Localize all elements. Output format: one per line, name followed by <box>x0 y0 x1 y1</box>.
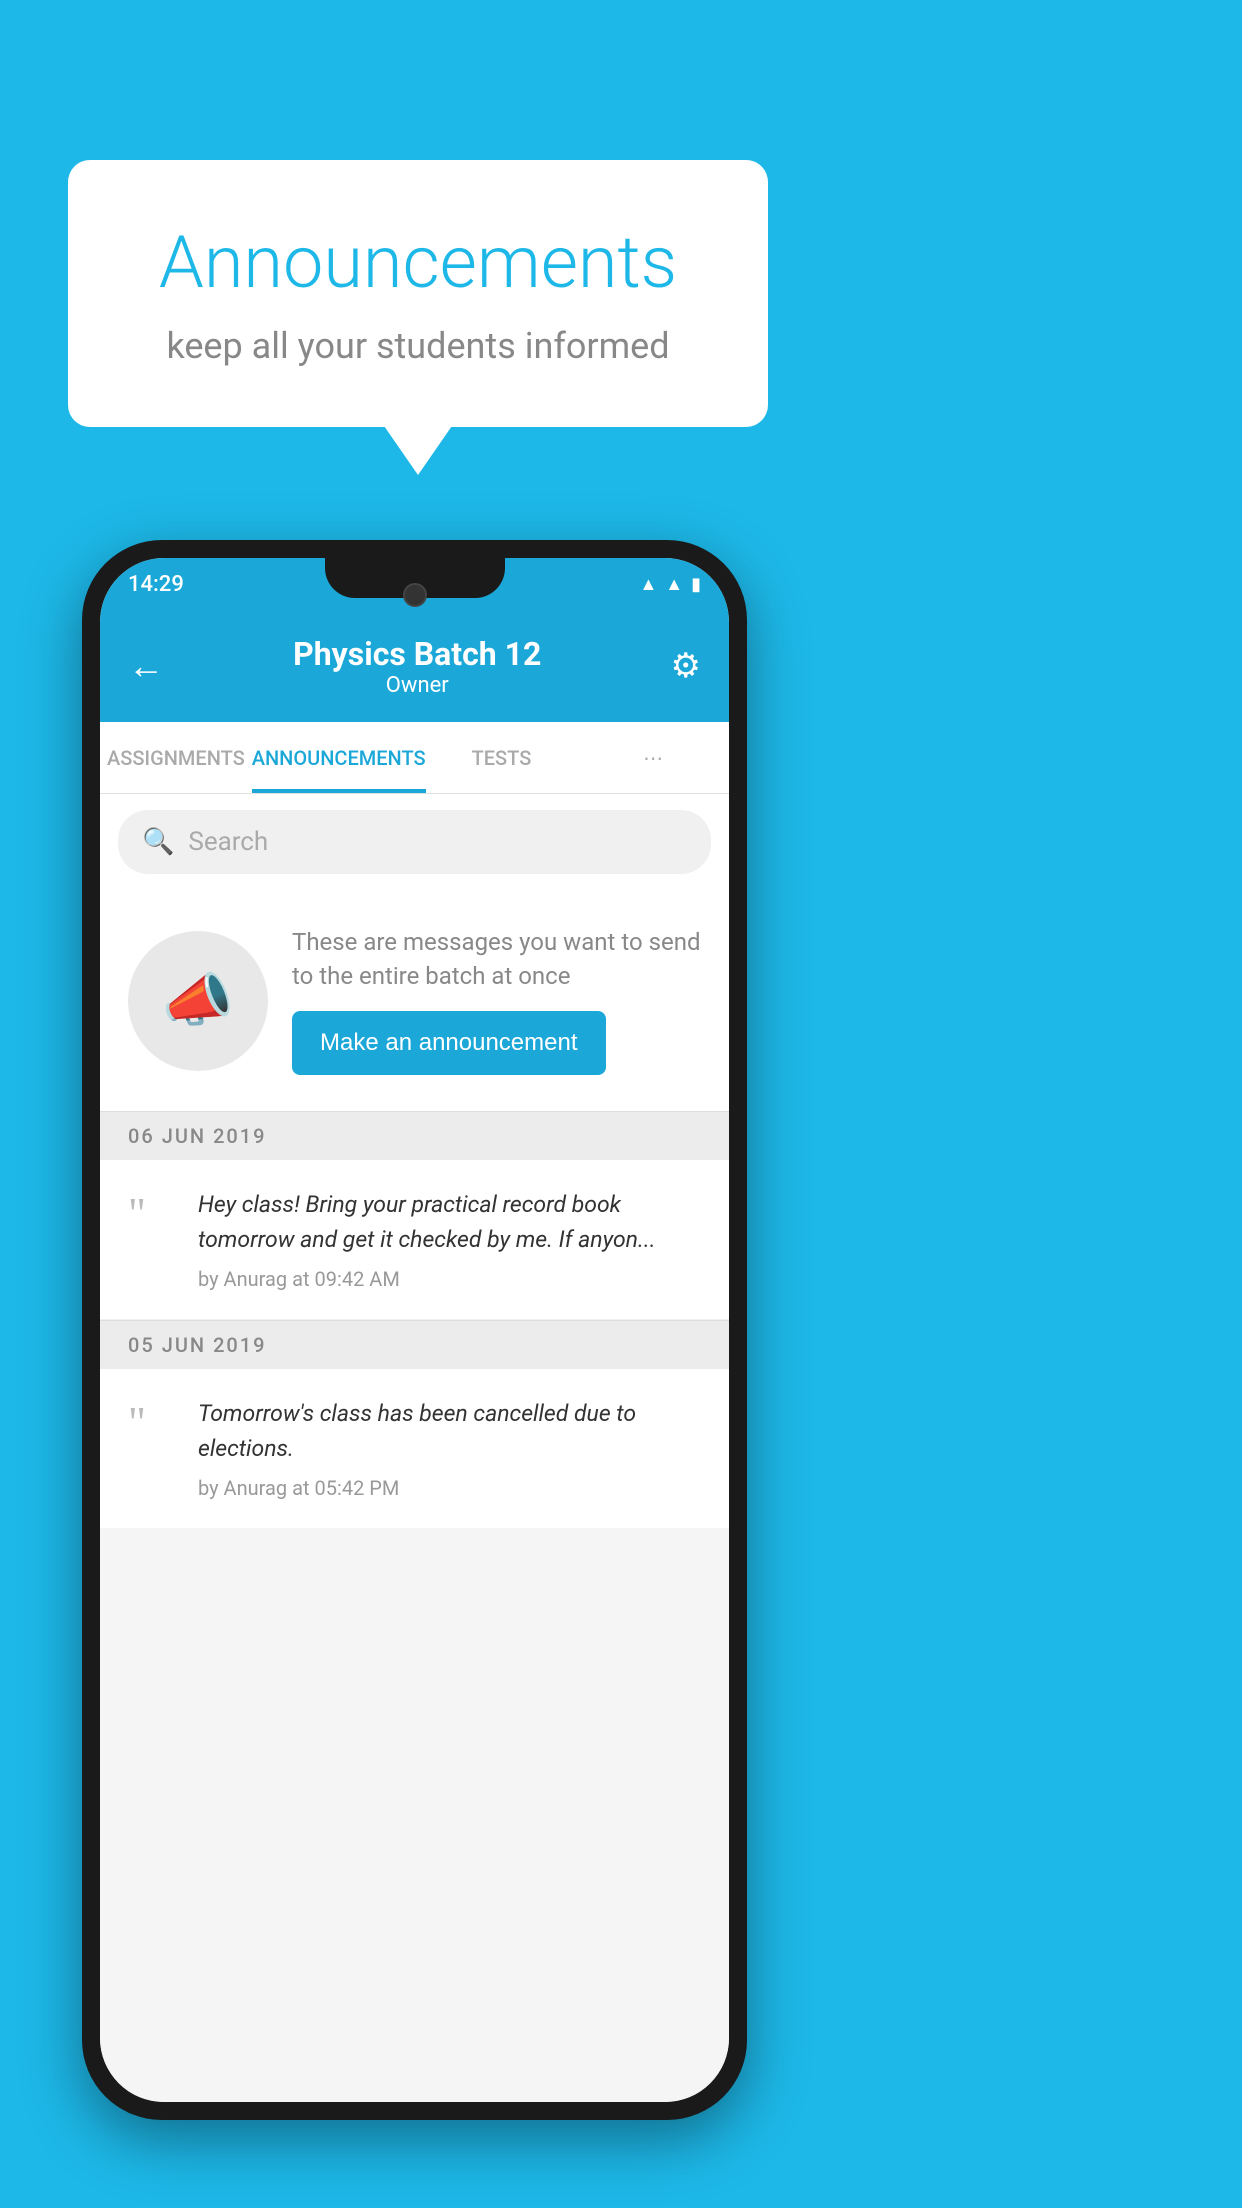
speech-bubble: Announcements keep all your students inf… <box>68 160 768 427</box>
announcement-item-1[interactable]: " Hey class! Bring your practical record… <box>100 1160 729 1320</box>
announcement-text-1: Hey class! Bring your practical record b… <box>198 1188 701 1257</box>
announcement-content-2: Tomorrow's class has been cancelled due … <box>198 1397 701 1500</box>
header-center: Physics Batch 12 Owner <box>293 635 541 698</box>
tab-more[interactable]: ⋯ <box>577 722 729 793</box>
app-header: ← Physics Batch 12 Owner ⚙ <box>100 610 729 722</box>
promo-text-area: These are messages you want to send to t… <box>292 926 701 1075</box>
wifi-icon <box>639 574 657 595</box>
phone-camera <box>403 583 427 607</box>
phone-screen: 14:29 ← Physics Batch 12 Owner ⚙ <box>100 558 729 2102</box>
status-time: 14:29 <box>128 572 184 597</box>
search-bar-wrapper: 🔍 Search <box>100 794 729 890</box>
header-title: Physics Batch 12 <box>293 635 541 673</box>
settings-icon[interactable]: ⚙ <box>671 646 701 686</box>
tab-tests[interactable]: TESTS <box>426 722 578 793</box>
tab-assignments[interactable]: ASSIGNMENTS <box>100 722 252 793</box>
search-bar[interactable]: 🔍 Search <box>118 810 711 874</box>
signal-icon <box>665 574 683 595</box>
announcement-icon-circle: 📣 <box>128 931 268 1071</box>
announcement-meta-1: by Anurag at 09:42 AM <box>198 1267 701 1291</box>
bubble-subtitle: keep all your students informed <box>118 325 718 367</box>
bubble-title: Announcements <box>118 220 718 305</box>
battery-icon <box>691 574 701 595</box>
quote-icon-2: " <box>128 1401 178 1445</box>
make-announcement-button[interactable]: Make an announcement <box>292 1011 606 1075</box>
phone-notch <box>325 558 505 598</box>
megaphone-icon: 📣 <box>162 967 234 1035</box>
announcement-item-2[interactable]: " Tomorrow's class has been cancelled du… <box>100 1369 729 1528</box>
search-input[interactable]: Search <box>188 827 268 857</box>
header-subtitle: Owner <box>293 673 541 698</box>
speech-bubble-section: Announcements keep all your students inf… <box>68 160 768 427</box>
date-separator-1: 06 JUN 2019 <box>100 1111 729 1160</box>
announcement-content-1: Hey class! Bring your practical record b… <box>198 1188 701 1291</box>
tabs-bar: ASSIGNMENTS ANNOUNCEMENTS TESTS ⋯ <box>100 722 729 794</box>
search-icon: 🔍 <box>142 827 174 857</box>
phone-device: 14:29 ← Physics Batch 12 Owner ⚙ <box>82 540 747 2120</box>
quote-icon-1: " <box>128 1192 178 1236</box>
tab-announcements[interactable]: ANNOUNCEMENTS <box>252 722 426 793</box>
promo-description: These are messages you want to send to t… <box>292 926 701 993</box>
content-area: 🔍 Search 📣 These are messages you want t… <box>100 794 729 2102</box>
status-icons <box>639 574 701 595</box>
back-button[interactable]: ← <box>128 645 164 687</box>
announcement-meta-2: by Anurag at 05:42 PM <box>198 1476 701 1500</box>
date-separator-2: 05 JUN 2019 <box>100 1320 729 1369</box>
announcement-text-2: Tomorrow's class has been cancelled due … <box>198 1397 701 1466</box>
phone-frame: 14:29 ← Physics Batch 12 Owner ⚙ <box>82 540 747 2120</box>
promo-card: 📣 These are messages you want to send to… <box>100 890 729 1111</box>
